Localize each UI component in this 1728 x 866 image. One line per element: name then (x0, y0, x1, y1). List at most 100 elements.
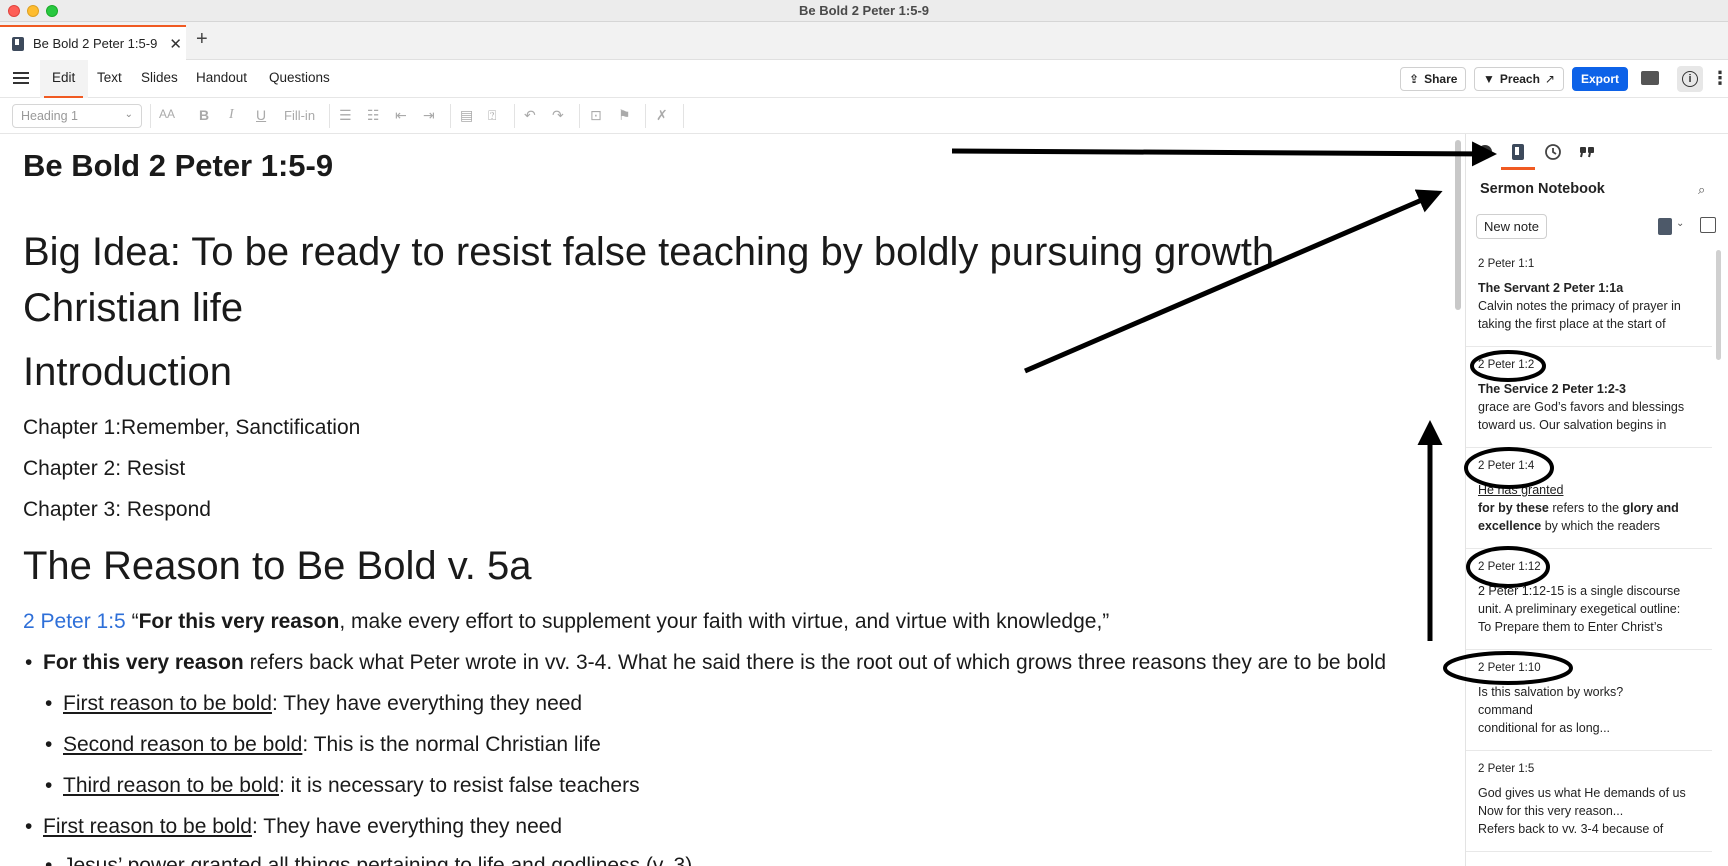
toolbar-divider (645, 104, 646, 128)
editor-scrollbar[interactable] (1455, 140, 1461, 310)
list-item-text: : This is the normal Christian life (302, 733, 601, 756)
document-tab[interactable]: Be Bold 2 Peter 1:5-9 ✕ (0, 25, 186, 60)
list-item-underlined: Third reason to be bold (63, 774, 279, 797)
fill-in-button[interactable]: Fill-in (284, 108, 315, 123)
note-text: grace are God’s favors and blessings (1478, 400, 1685, 414)
list-item[interactable]: First reason to be bold: They have every… (45, 692, 583, 716)
external-link-icon: ↗ (1544, 72, 1555, 86)
note-card[interactable]: 2 Peter 1:2 The Service 2 Peter 1:2-3 gr… (1466, 347, 1712, 448)
share-label: Share (1424, 72, 1458, 86)
note-card[interactable]: 2 Peter 1:5 God gives us what He demands… (1466, 751, 1712, 852)
popout-icon[interactable] (1700, 217, 1716, 233)
document-title[interactable]: Be Bold 2 Peter 1:5-9 (23, 148, 333, 184)
bold-button[interactable]: B (199, 107, 209, 123)
verse-bold-text: For this very reason (138, 610, 340, 633)
indent-icon[interactable]: ⇥ (423, 107, 435, 124)
note-card[interactable]: 2 Peter 1:12 2 Peter 1:12-15 is a single… (1466, 549, 1712, 650)
note-reference: 2 Peter 1:10 (1478, 662, 1541, 674)
list-item[interactable]: For this very reason refers back what Pe… (25, 651, 1386, 675)
panel-scrollbar[interactable] (1716, 250, 1721, 360)
chapter-line[interactable]: Chapter 1:Remember, Sanctification (23, 416, 360, 440)
share-button[interactable]: ⇪ Share (1400, 67, 1467, 91)
verse-reference-link[interactable]: 2 Peter 1:5 (23, 610, 126, 633)
chevron-down-icon: ⌄ (124, 109, 133, 120)
close-tab-icon[interactable]: ✕ (169, 35, 182, 53)
note-text: for by these refers to the glory and (1478, 500, 1679, 517)
bulleted-list-icon[interactable]: ☰ (339, 107, 352, 124)
hamburger-menu-icon[interactable] (13, 72, 29, 84)
note-bold-text: excellence (1478, 519, 1542, 533)
note-text: unit. A preliminary exegetical outline: (1478, 602, 1681, 616)
note-reference: 2 Peter 1:4 (1478, 460, 1535, 472)
outdent-icon[interactable]: ⇤ (395, 107, 407, 124)
introduction-heading[interactable]: Introduction (23, 350, 232, 395)
note-card[interactable]: 2 Peter 1:10 Is this salvation by works?… (1466, 650, 1712, 751)
chat-icon[interactable] (1475, 142, 1495, 162)
menu-handout[interactable]: Handout (196, 70, 247, 85)
add-tab-button[interactable]: + (196, 28, 208, 51)
notebook-icon[interactable] (1508, 142, 1528, 162)
list-item-bold: For this very reason (43, 651, 244, 674)
preach-button[interactable]: ▼ Preach ↗ (1474, 67, 1564, 91)
document-icon (12, 36, 24, 51)
clear-formatting-icon[interactable]: ✗ (656, 107, 668, 124)
menu-questions[interactable]: Questions (269, 70, 330, 85)
big-idea-heading[interactable]: Big Idea: To be ready to resist false te… (23, 224, 1443, 336)
reason-heading[interactable]: The Reason to Be Bold v. 5a (23, 544, 531, 589)
note-card[interactable]: 2 Peter 1:1 The Servant 2 Peter 1:1a Cal… (1466, 246, 1712, 347)
list-item-text: Jesus’ power granted all things pertaini… (63, 854, 693, 866)
menu-slides[interactable]: Slides (141, 70, 178, 85)
underline-button[interactable]: U (256, 107, 266, 123)
verse-paragraph[interactable]: 2 Peter 1:5 “For this very reason, make … (23, 610, 1109, 634)
info-toggle-button[interactable]: i (1677, 66, 1703, 92)
toolbar-divider (329, 104, 330, 128)
more-options-icon[interactable]: ⋮ (1711, 68, 1728, 89)
chevron-down-icon[interactable]: ⌄ (1676, 218, 1684, 229)
list-item-text: : They have everything they need (271, 692, 583, 715)
export-button[interactable]: Export (1572, 67, 1629, 91)
list-item-text: : it is necessary to resist false teache… (278, 774, 640, 797)
note-text: Calvin notes the primacy of prayer in (1478, 299, 1681, 313)
window-title: Be Bold 2 Peter 1:5-9 (798, 3, 930, 18)
share-icon: ⇪ (1409, 72, 1420, 86)
list-item[interactable]: Second reason to be bold: This is the no… (45, 733, 601, 757)
note-text: taking the first place at the start of (1478, 317, 1666, 331)
undo-icon[interactable]: ↶ (524, 107, 536, 124)
menu-text[interactable]: Text (97, 70, 122, 85)
new-note-button[interactable]: New note (1476, 214, 1547, 239)
insert-question-icon[interactable]: ⍰ (488, 107, 496, 124)
print-icon[interactable] (1641, 71, 1659, 85)
bookmark-icon[interactable]: ⚑ (618, 107, 631, 124)
insert-block-icon[interactable]: ▤ (460, 107, 473, 124)
tab-bar: Be Bold 2 Peter 1:5-9 ✕ + (0, 22, 1728, 60)
list-item[interactable]: Jesus’ power granted all things pertaini… (45, 854, 693, 866)
note-text: Is this salvation by works? (1478, 685, 1624, 699)
note-text: Refers back to vv. 3-4 because of (1478, 822, 1664, 836)
list-item-underlined: Second reason to be bold (63, 733, 303, 756)
note-card[interactable]: 2 Peter 1:4 He has granted for by these … (1466, 448, 1712, 549)
font-size-button[interactable]: AA (159, 107, 175, 121)
document-editor[interactable]: Be Bold 2 Peter 1:5-9 Big Idea: To be re… (0, 134, 1464, 866)
sermon-notebook-panel: Sermon Notebook ⌕ New note ⌄ 2 Peter 1:1… (1465, 134, 1728, 866)
numbered-list-icon[interactable]: ☷ (367, 107, 380, 124)
note-text: command (1478, 703, 1533, 717)
quote-icon[interactable] (1577, 142, 1597, 162)
list-item-underlined: First reason to be bold (43, 815, 252, 838)
info-icon: i (1682, 71, 1698, 87)
paragraph-style-select[interactable]: Heading 1 ⌄ (12, 104, 142, 128)
notebook-select-icon[interactable] (1658, 218, 1672, 235)
list-item[interactable]: First reason to be bold: They have every… (25, 815, 562, 839)
note-text-span: by which the readers (1541, 519, 1661, 533)
italic-button[interactable]: I (229, 107, 234, 123)
note-reference: 2 Peter 1:12 (1478, 561, 1541, 573)
list-item[interactable]: Third reason to be bold: it is necessary… (45, 774, 640, 798)
note-bold-text: for by these (1478, 501, 1549, 515)
chapter-line[interactable]: Chapter 3: Respond (23, 498, 211, 522)
search-icon[interactable]: ⌕ (1698, 182, 1705, 198)
history-icon[interactable] (1543, 142, 1563, 162)
toolbar-divider (150, 104, 151, 128)
chapter-line[interactable]: Chapter 2: Resist (23, 457, 185, 481)
menu-edit[interactable]: Edit (43, 70, 84, 98)
redo-icon[interactable]: ↷ (552, 107, 564, 124)
insert-slide-icon[interactable]: ⊡ (590, 107, 602, 124)
